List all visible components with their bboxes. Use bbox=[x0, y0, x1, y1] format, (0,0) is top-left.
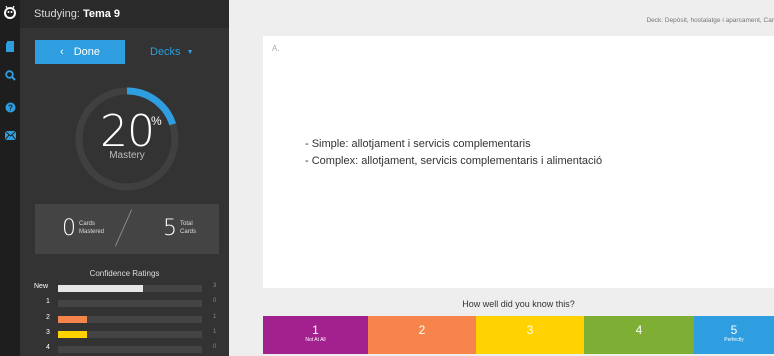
rating-question: How well did you know this? bbox=[462, 299, 575, 309]
confidence-row-bar bbox=[58, 316, 202, 323]
confidence-row-bar bbox=[58, 346, 202, 353]
chevron-left-icon: ‹ bbox=[60, 46, 64, 58]
cards-mastered-count: 0 bbox=[62, 216, 76, 241]
studying-label: Studying: bbox=[34, 8, 80, 20]
mastery-label: Mastery bbox=[109, 150, 145, 161]
card-answer: - Simple: allotjament i servicis complem… bbox=[305, 136, 602, 170]
done-button[interactable]: ‹ Done bbox=[35, 40, 125, 64]
total-cards-label: Total Cards bbox=[180, 220, 196, 236]
rating-button-1[interactable]: 1 Not At All bbox=[263, 316, 368, 354]
card-side-label: A. bbox=[272, 44, 280, 53]
rating-button-5[interactable]: 5 Perfectly bbox=[694, 316, 774, 354]
deck-breadcrumb: Deck: Depòsit, hostalatge i aparcament, … bbox=[646, 17, 774, 24]
rating-number: 1 bbox=[312, 323, 319, 337]
confidence-row: 10 bbox=[20, 298, 229, 308]
decks-dropdown[interactable]: Decks ▼ bbox=[150, 40, 228, 64]
card-count-box: 0 Cards Mastered 5 Total Cards bbox=[35, 204, 219, 254]
confidence-row-bar bbox=[58, 285, 202, 292]
rating-button-3[interactable]: 3 bbox=[476, 316, 584, 354]
confidence-row-bar bbox=[58, 331, 202, 338]
confidence-row: New 3 bbox=[20, 283, 229, 293]
confidence-row-label: 1 bbox=[46, 298, 50, 305]
flashcard[interactable]: A. - Simple: allotjament i servicis comp… bbox=[263, 36, 774, 288]
cards-mastered-label: Cards Mastered bbox=[79, 220, 104, 236]
confidence-row-label: 2 bbox=[46, 314, 50, 321]
confidence-row-count: 0 bbox=[213, 298, 217, 304]
answer-line: - Simple: allotjament i servicis complem… bbox=[305, 138, 531, 150]
confidence-row-bar bbox=[58, 300, 202, 307]
study-sidebar: Studying: Tema 9 ‹ Done Decks ▼ 20 % Mas… bbox=[20, 0, 229, 356]
mastery-gauge: 20 % Mastery bbox=[72, 84, 182, 194]
mail-icon[interactable] bbox=[0, 125, 20, 145]
rating-number: 5 bbox=[730, 323, 738, 337]
search-icon[interactable] bbox=[0, 65, 20, 85]
confidence-row-fill bbox=[58, 331, 87, 338]
app-root: ? Studying: Tema 9 ‹ Done Decks ▼ 20 % M… bbox=[0, 0, 774, 356]
confidence-title: Confidence Ratings bbox=[89, 269, 160, 278]
confidence-row-label: 3 bbox=[46, 329, 50, 336]
confidence-row: 40 bbox=[20, 344, 229, 354]
help-icon[interactable]: ? bbox=[0, 97, 20, 117]
studying-header: Studying: Tema 9 bbox=[20, 0, 229, 28]
cards-mastered-label-2: Mastered bbox=[79, 229, 105, 235]
total-cards-label-1: Total bbox=[180, 221, 193, 227]
icon-rail: ? bbox=[0, 0, 20, 356]
mastery-percent-sign: % bbox=[151, 114, 162, 128]
confidence-row-label: New bbox=[34, 283, 49, 290]
rating-number: 2 bbox=[418, 323, 426, 337]
done-label: Done bbox=[73, 46, 100, 58]
confidence-row-count: 1 bbox=[213, 314, 217, 320]
confidence-row: 31 bbox=[20, 329, 229, 339]
confidence-row-fill bbox=[58, 285, 143, 292]
deck-name: Tema 9 bbox=[82, 8, 121, 20]
confidence-row-label: 4 bbox=[46, 344, 50, 351]
confidence-row-count: 1 bbox=[213, 329, 217, 335]
decks-icon[interactable] bbox=[0, 37, 20, 57]
decks-label: Decks bbox=[150, 46, 181, 58]
rating-caption: Not At All bbox=[305, 337, 326, 343]
confidence-row-count: 3 bbox=[213, 283, 217, 289]
cards-mastered-label-1: Cards bbox=[79, 221, 96, 227]
confidence-row-count: 0 bbox=[213, 344, 217, 350]
total-cards-label-2: Cards bbox=[180, 229, 197, 235]
logo-icon[interactable] bbox=[0, 3, 20, 23]
divider-slash bbox=[114, 209, 133, 247]
rating-button-2[interactable]: 2 bbox=[368, 316, 476, 354]
confidence-row: 21 bbox=[20, 314, 229, 324]
rating-number: 3 bbox=[526, 323, 534, 337]
confidence-row-fill bbox=[58, 316, 87, 323]
svg-text:?: ? bbox=[8, 103, 13, 112]
rating-button-4[interactable]: 4 bbox=[584, 316, 694, 354]
caret-down-icon: ▼ bbox=[186, 48, 194, 56]
total-cards-count: 5 bbox=[163, 216, 177, 241]
answer-line: - Complex: allotjament, servicis complem… bbox=[305, 155, 603, 167]
rating-caption: Perfectly bbox=[724, 337, 744, 343]
rating-number: 4 bbox=[635, 323, 643, 337]
